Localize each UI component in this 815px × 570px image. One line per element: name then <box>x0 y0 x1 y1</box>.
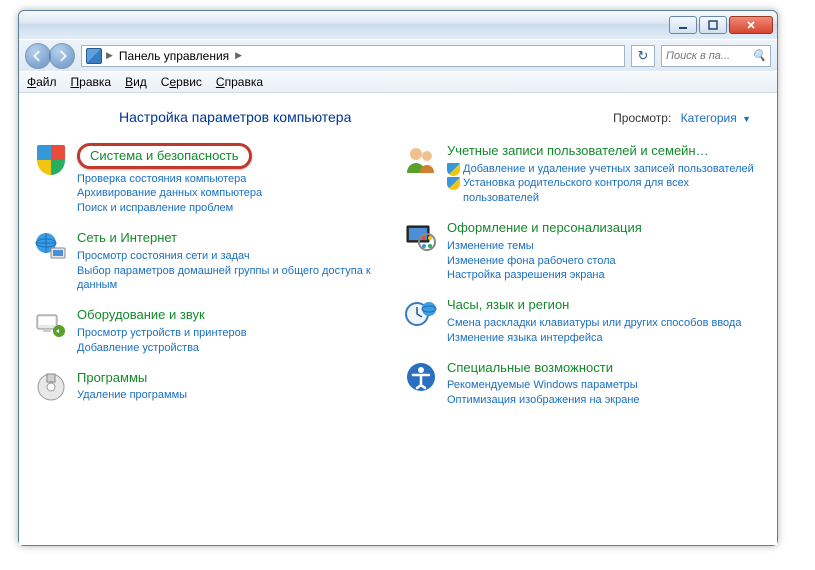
task-link-label: Удаление программы <box>77 388 187 403</box>
category-link[interactable]: Специальные возможности <box>447 360 763 376</box>
task-link-label: Поиск и исправление проблем <box>77 201 233 216</box>
nav-row: ▶ Панель управления ▶ ↻ 🔍 <box>19 39 777 71</box>
category-text: Оформление и персонализация Изменение тем… <box>447 220 763 283</box>
category-text: Система и безопасность Проверка состояния… <box>77 143 393 216</box>
search-input[interactable] <box>666 50 746 62</box>
task-link-label: Изменение темы <box>447 239 534 254</box>
task-link-label: Просмотр устройств и принтеров <box>77 326 247 341</box>
shield-icon <box>33 143 69 177</box>
search-box[interactable]: 🔍 <box>661 45 771 67</box>
task-link-label: Изменение языка интерфейса <box>447 331 603 346</box>
category-text: Специальные возможности Рекомендуемые Win… <box>447 360 763 408</box>
task-link[interactable]: Изменение языка интерфейса <box>447 331 763 346</box>
search-icon: 🔍 <box>752 49 766 62</box>
net-icon <box>33 230 69 264</box>
categories-left: Система и безопасность Проверка состояния… <box>33 143 393 422</box>
breadcrumb-sep-icon: ▶ <box>235 50 242 61</box>
ease-icon <box>403 360 439 394</box>
maximize-button[interactable] <box>699 16 727 34</box>
category-block: Учетные записи пользователей и семейн… До… <box>403 143 763 206</box>
minimize-button[interactable] <box>669 16 697 34</box>
category-text: Оборудование и звук Просмотр устройств и … <box>77 307 393 355</box>
task-link[interactable]: Рекомендуемые Windows параметры <box>447 378 763 393</box>
task-link[interactable]: Изменение темы <box>447 239 763 254</box>
appearance-icon <box>403 220 439 254</box>
menu-view[interactable]: Вид <box>125 75 147 89</box>
task-link-label: Рекомендуемые Windows параметры <box>447 378 638 393</box>
task-link-label: Изменение фона рабочего стола <box>447 254 616 269</box>
task-link[interactable]: Установка родительского контроля для все… <box>447 176 763 206</box>
content-area: Настройка параметров компьютера Просмотр… <box>19 93 777 545</box>
task-link[interactable]: Оптимизация изображения на экране <box>447 393 763 408</box>
category-link[interactable]: Оформление и персонализация <box>447 220 763 236</box>
address-bar[interactable]: ▶ Панель управления ▶ <box>81 45 625 67</box>
category-block: Система и безопасность Проверка состояния… <box>33 143 393 216</box>
clock-icon <box>403 297 439 331</box>
explorer-window: ▶ Панель управления ▶ ↻ 🔍 Файл Правка Ви… <box>18 10 778 546</box>
view-label: Просмотр: <box>613 111 671 125</box>
category-link[interactable]: Система и безопасность <box>77 143 252 169</box>
category-block: Часы, язык и регион Смена раскладки клави… <box>403 297 763 345</box>
view-switcher: Просмотр: Категория ▼ <box>613 111 751 125</box>
category-block: Оформление и персонализация Изменение тем… <box>403 220 763 283</box>
task-link-label: Проверка состояния компьютера <box>77 172 246 187</box>
task-link-label: Настройка разрешения экрана <box>447 268 605 283</box>
category-link[interactable]: Программы <box>77 370 393 386</box>
category-block: Специальные возможности Рекомендуемые Win… <box>403 360 763 408</box>
category-text: Часы, язык и регион Смена раскладки клави… <box>447 297 763 345</box>
category-link[interactable]: Учетные записи пользователей и семейн… <box>447 143 763 159</box>
breadcrumb-sep-icon: ▶ <box>106 50 113 61</box>
task-link[interactable]: Изменение фона рабочего стола <box>447 254 763 269</box>
task-link-label: Добавление устройства <box>77 341 199 356</box>
task-link-label: Выбор параметров домашней группы и общег… <box>77 264 393 294</box>
task-link-label: Смена раскладки клавиатуры или других сп… <box>447 316 741 331</box>
control-panel-icon <box>86 48 102 64</box>
menu-help[interactable]: Справка <box>216 75 263 89</box>
task-link[interactable]: Поиск и исправление проблем <box>77 201 393 216</box>
task-link[interactable]: Выбор параметров домашней группы и общег… <box>77 264 393 294</box>
menu-file[interactable]: Файл <box>27 75 57 89</box>
task-link[interactable]: Просмотр устройств и принтеров <box>77 326 393 341</box>
category-link[interactable]: Часы, язык и регион <box>447 297 763 313</box>
task-link-label: Просмотр состояния сети и задач <box>77 249 250 264</box>
view-mode-link[interactable]: Категория ▼ <box>681 111 751 125</box>
refresh-button[interactable]: ↻ <box>631 45 655 67</box>
task-link[interactable]: Просмотр состояния сети и задач <box>77 249 393 264</box>
task-link[interactable]: Добавление устройства <box>77 341 393 356</box>
hw-icon <box>33 307 69 341</box>
category-text: Программы Удаление программы <box>77 370 393 404</box>
prog-icon <box>33 370 69 404</box>
category-link[interactable]: Сеть и Интернет <box>77 230 393 246</box>
task-link[interactable]: Проверка состояния компьютера <box>77 172 393 187</box>
breadcrumb-root[interactable]: Панель управления <box>117 49 231 63</box>
task-link[interactable]: Архивирование данных компьютера <box>77 186 393 201</box>
task-link[interactable]: Настройка разрешения экрана <box>447 268 763 283</box>
task-link[interactable]: Смена раскладки клавиатуры или других сп… <box>447 316 763 331</box>
task-link[interactable]: Удаление программы <box>77 388 393 403</box>
category-block: Сеть и Интернет Просмотр состояния сети и… <box>33 230 393 293</box>
category-text: Сеть и Интернет Просмотр состояния сети и… <box>77 230 393 293</box>
task-link-label: Архивирование данных компьютера <box>77 186 262 201</box>
uac-shield-icon <box>447 163 460 176</box>
menu-edit[interactable]: Правка <box>71 75 112 89</box>
category-block: Программы Удаление программы <box>33 370 393 404</box>
task-link-label: Установка родительского контроля для все… <box>463 176 763 206</box>
uac-shield-icon <box>447 177 460 190</box>
categories-right: Учетные записи пользователей и семейн… До… <box>403 143 763 422</box>
category-text: Учетные записи пользователей и семейн… До… <box>447 143 763 206</box>
users-icon <box>403 143 439 177</box>
task-link[interactable]: Добавление и удаление учетных записей по… <box>447 162 763 177</box>
forward-button[interactable] <box>49 43 75 69</box>
menu-bar: Файл Правка Вид Сервис Справка <box>19 71 777 93</box>
task-link-label: Добавление и удаление учетных записей по… <box>463 162 754 177</box>
nav-buttons <box>25 43 75 69</box>
back-button[interactable] <box>25 43 51 69</box>
menu-tools[interactable]: Сервис <box>161 75 202 89</box>
category-link[interactable]: Оборудование и звук <box>77 307 393 323</box>
titlebar <box>19 11 777 39</box>
category-block: Оборудование и звук Просмотр устройств и … <box>33 307 393 355</box>
task-link-label: Оптимизация изображения на экране <box>447 393 640 408</box>
close-button[interactable] <box>729 16 773 34</box>
